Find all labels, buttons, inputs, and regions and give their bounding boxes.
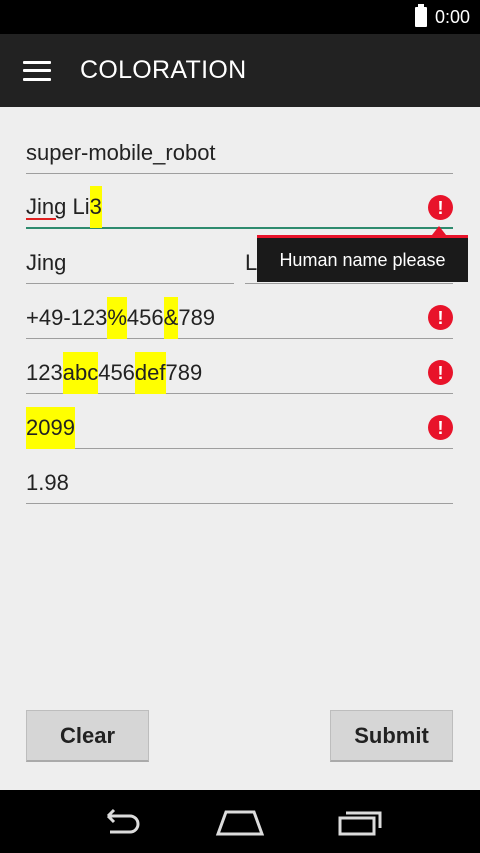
- code-field[interactable]: 123 abc 456 def 789 !: [26, 351, 453, 394]
- phone-part: 456: [126, 304, 164, 330]
- form-content: super-mobile_robot Jing Li 3 ! Jing Li +4…: [0, 107, 480, 790]
- hamburger-menu-icon[interactable]: [23, 60, 51, 81]
- code-part: 123: [26, 359, 63, 385]
- fullname-field[interactable]: Jing Li 3 !: [26, 186, 453, 229]
- year-field[interactable]: 2099 !: [26, 406, 453, 449]
- firstname-field[interactable]: Jing: [26, 242, 234, 284]
- code-invalid-chars: abc: [62, 351, 99, 394]
- phone-part: +49-123: [26, 304, 108, 330]
- phone-field[interactable]: +49-123% 456 & 789 !: [26, 296, 453, 339]
- phone-invalid-char: %: [107, 296, 127, 339]
- code-invalid-chars: def: [134, 351, 166, 394]
- action-bar: COLORATION: [0, 34, 480, 107]
- navigation-bar: [0, 790, 480, 853]
- battery-icon: [414, 4, 427, 27]
- clear-button[interactable]: Clear: [26, 710, 149, 762]
- status-time: 0:00: [434, 6, 470, 27]
- recent-apps-icon[interactable]: [330, 797, 390, 847]
- home-icon[interactable]: [210, 797, 270, 847]
- tooltip-pointer: [432, 226, 446, 235]
- phone-part: 789: [178, 304, 216, 330]
- phone-invalid-char: &: [163, 296, 179, 339]
- year-value: 2099: [26, 406, 75, 449]
- fullname-first-word: Jing: [26, 194, 67, 219]
- error-icon[interactable]: !: [428, 415, 453, 440]
- height-value: 1.98: [26, 469, 69, 495]
- fullname-rest: Li: [66, 194, 90, 219]
- error-icon[interactable]: !: [428, 195, 453, 220]
- submit-button[interactable]: Submit: [330, 710, 453, 762]
- username-field[interactable]: super-mobile_robot: [26, 132, 453, 174]
- firstname-value: Jing: [26, 249, 67, 275]
- error-icon[interactable]: !: [428, 360, 453, 385]
- tooltip-text: Human name please: [279, 249, 446, 270]
- app-title: COLORATION: [80, 56, 247, 84]
- error-icon[interactable]: !: [428, 305, 453, 330]
- status-bar: 0:00: [0, 0, 480, 34]
- code-part: 789: [165, 359, 203, 385]
- fullname-invalid-char: 3: [89, 186, 102, 228]
- code-part: 456: [98, 359, 135, 385]
- username-value: super-mobile_robot: [26, 139, 216, 165]
- height-field[interactable]: 1.98: [26, 462, 453, 504]
- back-icon[interactable]: [90, 797, 150, 847]
- error-tooltip: Human name please: [257, 235, 468, 282]
